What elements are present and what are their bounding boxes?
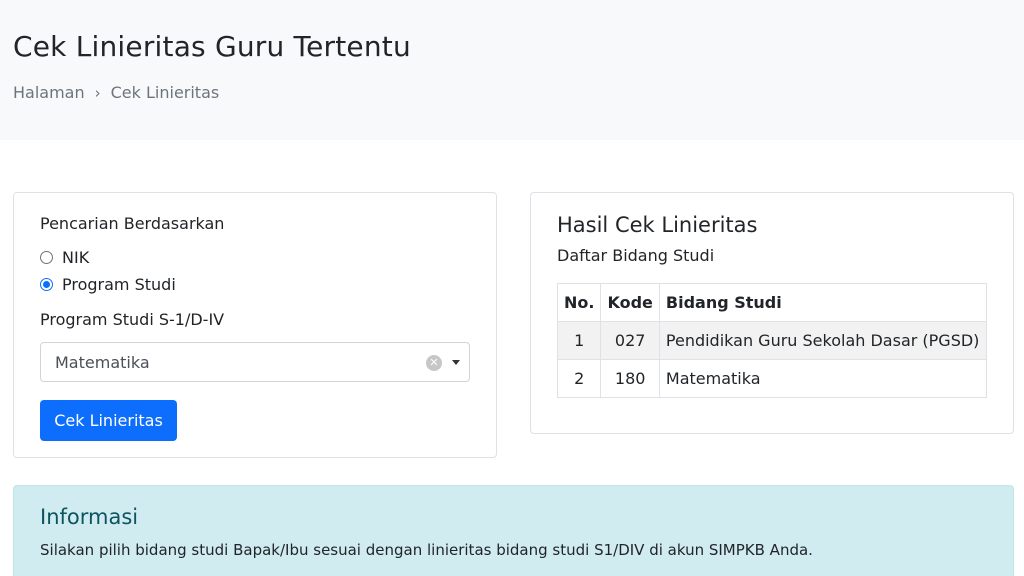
caret-down-icon[interactable] [452, 360, 460, 365]
breadcrumb: Halaman › Cek Linieritas [13, 83, 219, 102]
chevron-right-icon: › [94, 83, 101, 102]
page-header: Cek Linieritas Guru Tertentu Halaman › C… [0, 0, 1024, 140]
result-title: Hasil Cek Linieritas [557, 213, 758, 237]
radio-program-studi-indicator[interactable] [40, 278, 53, 291]
radio-nik[interactable]: NIK [40, 248, 89, 267]
table-row: 2 180 Matematika [556, 359, 988, 398]
info-title: Informasi [40, 505, 139, 529]
cell-bidang-studi: Pendidikan Guru Sekolah Dasar (PGSD) [658, 321, 988, 360]
cell-kode: 027 [600, 321, 660, 360]
clear-icon[interactable]: ✕ [426, 355, 442, 371]
breadcrumb-item-current: Cek Linieritas [110, 83, 220, 102]
cell-kode: 180 [600, 359, 660, 398]
radio-program-studi[interactable]: Program Studi [40, 275, 176, 294]
cek-linieritas-button[interactable]: Cek Linieritas [40, 400, 177, 441]
program-studi-selected-value: Matematika [55, 353, 150, 372]
search-card: Pencarian Berdasarkan NIK Program Studi … [13, 192, 497, 458]
column-header-bidang-studi: Bidang Studi [658, 283, 988, 322]
program-studi-label: Program Studi S-1/D-IV [40, 310, 225, 329]
column-header-kode: Kode [600, 283, 660, 322]
column-header-no: No. [556, 283, 602, 322]
table-row: 1 027 Pendidikan Guru Sekolah Dasar (PGS… [556, 321, 988, 360]
info-text: Silakan pilih bidang studi Bapak/Ibu ses… [40, 541, 813, 559]
table-header-row: No. Kode Bidang Studi [556, 283, 988, 322]
program-studi-select[interactable]: Matematika ✕ [40, 342, 470, 382]
result-card: Hasil Cek Linieritas Daftar Bidang Studi… [530, 192, 1014, 434]
radio-program-studi-label: Program Studi [62, 275, 176, 294]
radio-nik-label: NIK [62, 248, 90, 267]
cell-no: 1 [556, 321, 602, 360]
result-table: No. Kode Bidang Studi 1 027 Pendidikan G… [556, 283, 988, 398]
search-by-label: Pencarian Berdasarkan [40, 214, 225, 233]
cell-bidang-studi: Matematika [658, 359, 988, 398]
result-subtitle: Daftar Bidang Studi [557, 246, 715, 265]
page-title: Cek Linieritas Guru Tertentu [13, 30, 411, 63]
breadcrumb-item-home[interactable]: Halaman [13, 83, 85, 102]
cell-no: 2 [556, 359, 602, 398]
radio-nik-indicator[interactable] [40, 251, 53, 264]
info-alert: Informasi Silakan pilih bidang studi Bap… [13, 485, 1014, 576]
